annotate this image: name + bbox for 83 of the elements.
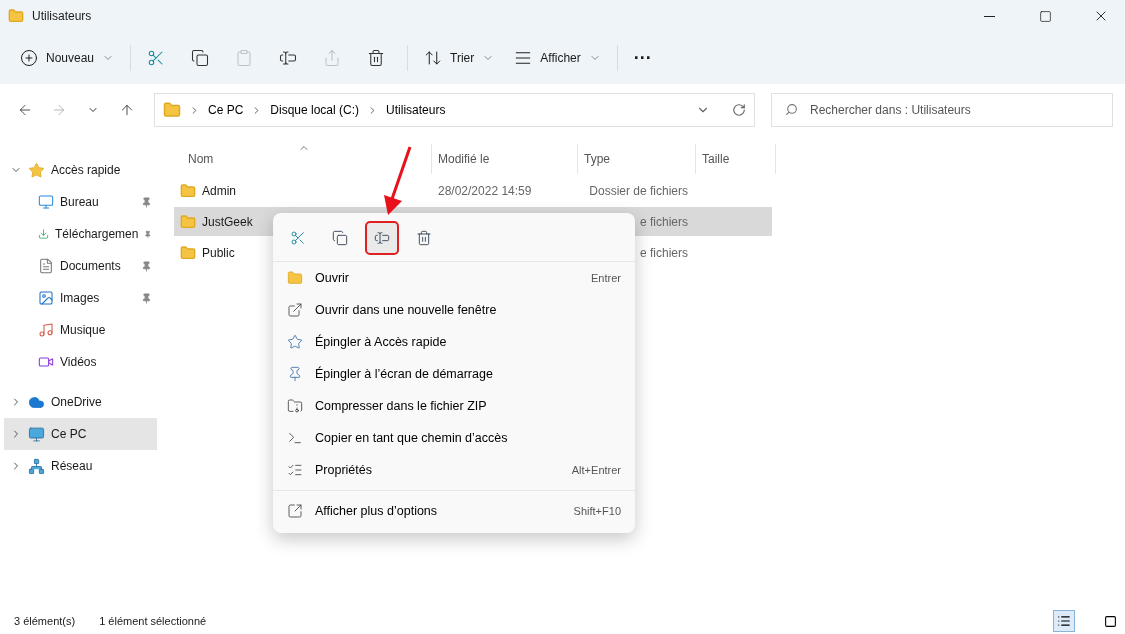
- trash-icon: [416, 230, 432, 246]
- item-count: 3 élément(s): [14, 615, 76, 627]
- menu-item[interactable]: Épingler à l’écran de démarrage: [273, 358, 635, 390]
- menu-item[interactable]: Épingler à Accès rapide: [273, 326, 635, 358]
- star-icon: [287, 334, 303, 350]
- view-button[interactable]: Afficher: [506, 41, 609, 75]
- details-view-button[interactable]: [1053, 610, 1075, 632]
- share-icon: [323, 49, 342, 67]
- video-icon: [38, 354, 54, 370]
- type-cell-text: e fichiers: [638, 214, 689, 229]
- plus-icon: [20, 49, 38, 67]
- type-cell-text: Dossier de fichiers: [588, 183, 689, 198]
- sidebar-item[interactable]: Ce PC: [4, 418, 157, 450]
- trash-icon: [367, 49, 386, 67]
- folder-icon: [180, 213, 196, 230]
- menu-item[interactable]: Afficher plus d’options Shift+F10: [273, 495, 635, 527]
- tile-icon: [1103, 614, 1117, 628]
- refresh-icon[interactable]: [732, 103, 746, 117]
- pin-icon: [287, 366, 303, 382]
- sidebar-item[interactable]: Accès rapide: [4, 154, 160, 186]
- image-icon: [38, 290, 54, 306]
- cut-icon: [290, 230, 306, 246]
- column-header[interactable]: Modifié le: [432, 144, 578, 174]
- path-icon: [287, 430, 303, 446]
- breadcrumb-item[interactable]: Ce PC: [208, 103, 244, 117]
- column-header[interactable]: Type: [578, 144, 696, 174]
- up-arrow-icon: [119, 102, 135, 118]
- window-title: Utilisateurs: [32, 9, 93, 23]
- sort-icon: [424, 49, 443, 67]
- folder-icon: [163, 101, 181, 119]
- folder-icon: [180, 244, 196, 261]
- file-row[interactable]: Admin 28/02/2022 14:59 Dossier de fichiers: [174, 176, 772, 205]
- address-bar[interactable]: Ce PC Disque local (C:) Utilisateurs: [154, 93, 755, 127]
- search-field[interactable]: Rechercher dans : Utilisateurs: [771, 93, 1113, 127]
- network-icon: [28, 457, 45, 475]
- properties-icon: [287, 462, 303, 478]
- menu-item[interactable]: Propriétés Alt+Entrer: [273, 454, 635, 486]
- paste-icon: [235, 49, 254, 67]
- folder-icon: [8, 8, 24, 24]
- breadcrumb-item[interactable]: Utilisateurs: [386, 103, 446, 117]
- sidebar-item[interactable]: Musique: [4, 314, 160, 346]
- new-button[interactable]: Nouveau: [12, 41, 123, 75]
- list-icon: [1057, 614, 1071, 628]
- rename-icon: [374, 230, 390, 246]
- date-cell-text: 28/02/2022 14:59: [437, 183, 533, 198]
- more-options-icon: [287, 503, 303, 519]
- selection-count: 1 élément sélectionné: [99, 615, 207, 627]
- sidebar-item[interactable]: Réseau: [4, 450, 160, 482]
- copy-icon: [332, 230, 348, 246]
- rename-button[interactable]: [365, 221, 399, 255]
- type-cell-text: e fichiers: [638, 245, 689, 260]
- menu-item[interactable]: Compresser dans le fichier ZIP: [273, 390, 635, 422]
- maximize-icon: [1038, 9, 1052, 23]
- search-icon: [785, 103, 798, 116]
- new-window-icon: [287, 302, 303, 318]
- document-icon: [38, 258, 54, 274]
- column-header[interactable]: Nom: [174, 144, 432, 174]
- breadcrumb-item[interactable]: Disque local (C:): [270, 103, 360, 117]
- download-icon: [38, 226, 50, 242]
- file-name: Admin: [174, 182, 432, 199]
- sort-button[interactable]: Trier: [416, 41, 503, 75]
- lines-icon: [514, 49, 533, 67]
- archive-icon: [287, 398, 303, 414]
- star-icon: [28, 161, 45, 179]
- sidebar-item[interactable]: Téléchargemen: [4, 218, 160, 250]
- rename-icon: [279, 49, 298, 67]
- sidebar-item[interactable]: Documents: [4, 250, 160, 282]
- right-arrow-icon: [51, 102, 67, 118]
- menu-item[interactable]: Copier en tant que chemin d’accès: [273, 422, 635, 454]
- folder-icon: [287, 270, 303, 286]
- sidebar-item[interactable]: Vidéos: [4, 346, 160, 378]
- minimize-icon: [983, 15, 995, 17]
- more-button[interactable]: ···: [625, 41, 666, 75]
- sidebar-item[interactable]: Images: [4, 282, 160, 314]
- sidebar-item[interactable]: OneDrive: [4, 386, 160, 418]
- desktop-icon: [38, 194, 54, 210]
- menu-item[interactable]: Ouvrir dans une nouvelle fenêtre: [273, 294, 635, 326]
- folder-icon: [180, 182, 196, 199]
- monitor-icon: [28, 425, 45, 443]
- sidebar-item[interactable]: Bureau: [4, 186, 160, 218]
- copy-icon: [191, 49, 210, 67]
- music-icon: [38, 322, 54, 338]
- column-header[interactable]: Taille: [696, 144, 776, 174]
